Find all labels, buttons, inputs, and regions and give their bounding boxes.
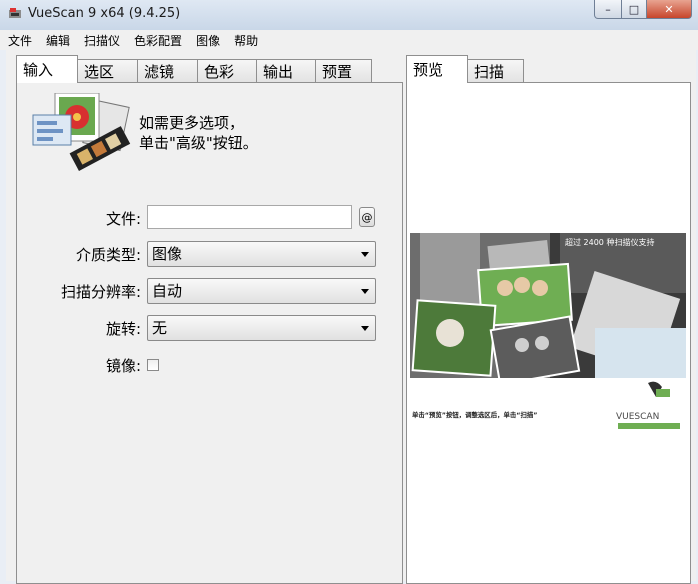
at-icon: @ (361, 211, 373, 224)
tab-crop[interactable]: 选区 (77, 59, 138, 83)
tab-output-label: 输出 (263, 63, 294, 81)
rotate-label: 旋转: (105, 320, 141, 338)
file-options-button[interactable]: @ (359, 207, 375, 227)
window-title: VueScan 9 x64 (9.4.25) (28, 6, 181, 21)
tab-color-label: 色彩 (204, 63, 235, 81)
app-icon (9, 8, 21, 18)
preview-banner-text: 超过 2400 种扫描仪支持 (565, 237, 654, 247)
rotate-select[interactable]: 无 (147, 315, 376, 341)
media-type-label: 介质类型: (75, 246, 141, 264)
media-type-select[interactable]: 图像 (147, 241, 376, 267)
tab-crop-label: 选区 (84, 63, 115, 81)
media-type-value: 图像 (152, 245, 183, 263)
menu-color-profile[interactable]: 色彩配置 (126, 32, 188, 49)
tab-prefs[interactable]: 预置 (315, 59, 372, 83)
tab-input-label: 输入 (23, 61, 54, 79)
mirror-label: 镜像: (105, 357, 141, 375)
preview-caption-text: 单击“预览”按钮，调整选区后，单击“扫描” (412, 410, 537, 419)
menu-scanner[interactable]: 扫描仪 (76, 32, 126, 49)
resolution-label: 扫描分辨率: (60, 283, 141, 301)
preview-splash-image: 超过 2400 种扫描仪支持 单击“预览”按钮，调整选区后，单击“扫描” VUE… (410, 233, 686, 443)
resolution-value: 自动 (152, 282, 183, 300)
tab-input[interactable]: 输入 (16, 55, 78, 83)
vuescan-logo-text: VUESCAN (616, 412, 659, 422)
menu-bar: 文件 编辑 扫描仪 色彩配置 图像 帮助 (0, 30, 698, 50)
preview-panel: 超过 2400 种扫描仪支持 单击“预览”按钮，调整选区后，单击“扫描” VUE… (406, 82, 691, 584)
mirror-checkbox[interactable] (147, 359, 159, 371)
tab-scan-label: 扫描 (474, 63, 505, 81)
tab-scan[interactable]: 扫描 (467, 59, 524, 83)
tab-filter[interactable]: 滤镜 (137, 59, 198, 83)
client-area: 输入 选区 滤镜 色彩 输出 预置 预览 扫描 如需更多选项， 单击"高级"按钮… (6, 50, 696, 584)
chevron-down-icon (361, 289, 369, 294)
tab-preview[interactable]: 预览 (406, 55, 468, 83)
rotate-value: 无 (152, 319, 168, 337)
menu-edit[interactable]: 编辑 (38, 32, 76, 49)
hint-line-1: 如需更多选项， (139, 114, 245, 132)
menu-help[interactable]: 帮助 (226, 32, 264, 49)
file-input[interactable] (147, 205, 352, 229)
minimize-icon: – (605, 2, 611, 16)
tab-preview-label: 预览 (413, 61, 444, 79)
tab-color[interactable]: 色彩 (197, 59, 257, 83)
close-icon: ✕ (664, 2, 674, 16)
input-panel: 如需更多选项， 单击"高级"按钮。 文件: @ 介质类型: 图像 扫描分辨率: … (16, 82, 403, 584)
left-tabstrip: 输入 选区 滤镜 色彩 输出 预置 (16, 55, 372, 83)
file-label: 文件: (105, 210, 141, 228)
title-bar: VueScan 9 x64 (9.4.25) – □ ✕ (0, 0, 698, 31)
menu-file[interactable]: 文件 (0, 32, 38, 49)
scanner-photos-icon (32, 93, 131, 171)
close-button[interactable]: ✕ (647, 0, 692, 19)
menu-image[interactable]: 图像 (188, 32, 226, 49)
chevron-down-icon (361, 326, 369, 331)
right-tabstrip: 预览 扫描 (406, 55, 524, 83)
chevron-down-icon (361, 252, 369, 257)
hint-line-2: 单击"高级"按钮。 (139, 134, 258, 152)
maximize-button[interactable]: □ (622, 0, 647, 19)
tab-output[interactable]: 输出 (256, 59, 316, 83)
tab-filter-label: 滤镜 (144, 63, 175, 81)
resolution-select[interactable]: 自动 (147, 278, 376, 304)
minimize-button[interactable]: – (594, 0, 622, 19)
tab-prefs-label: 预置 (322, 63, 353, 81)
maximize-icon: □ (628, 2, 640, 16)
